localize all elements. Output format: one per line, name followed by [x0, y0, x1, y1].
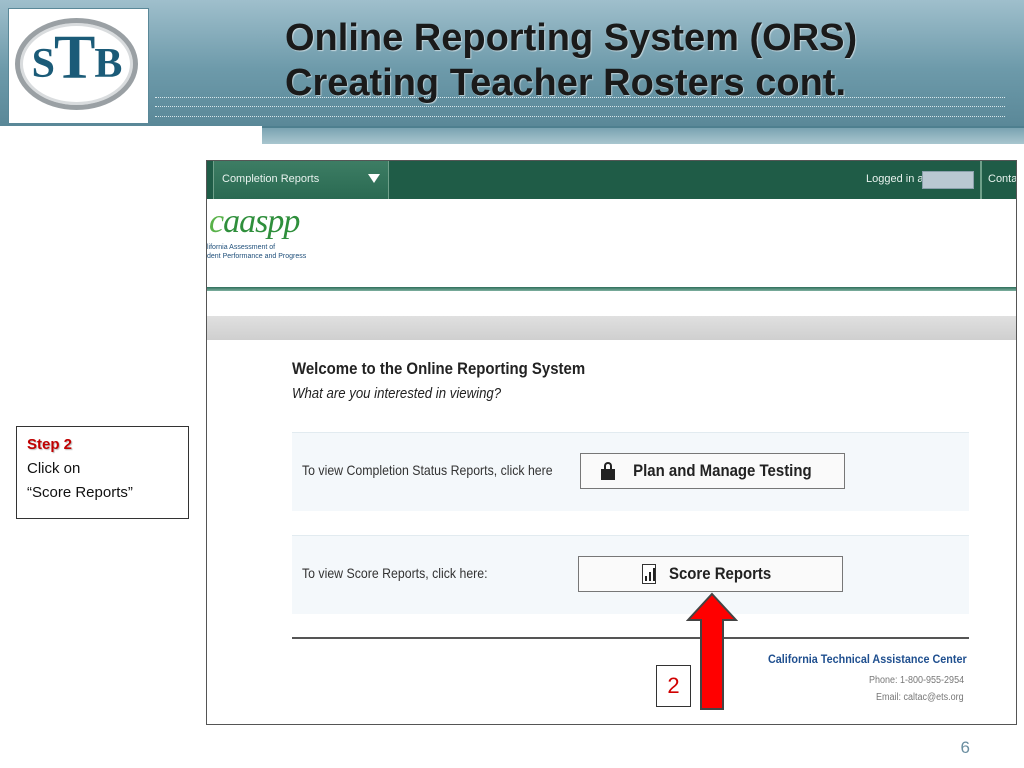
dropdown-triangle-icon	[368, 174, 380, 183]
lock-icon	[601, 462, 616, 480]
score-reports-label: To view Score Reports, click here:	[302, 565, 488, 581]
step-line2: “Score Reports”	[27, 484, 133, 501]
logged-in-user-redacted	[922, 171, 974, 189]
logo-letter-t: T	[53, 24, 95, 92]
caaspp-sub-line1: lifornia Assessment of	[207, 244, 276, 251]
red-arrow-pointer	[686, 592, 738, 710]
step-number-badge: 2	[656, 665, 691, 707]
header-dotted-line-middle	[155, 106, 1005, 107]
slide-title: Online Reporting System (ORS) Creating T…	[285, 16, 1005, 106]
ors-header-rule	[207, 287, 1016, 291]
score-reports-button-label: Score Reports	[669, 564, 772, 583]
contact-link[interactable]: Contac	[988, 173, 1016, 185]
slide-title-line2: Creating Teacher Rosters cont.	[285, 62, 847, 104]
caaspp-sub-line2: dent Performance and Progress	[207, 253, 307, 260]
caltac-email: Email: caltac@ets.org	[876, 692, 964, 703]
stb-logo: S T B	[8, 8, 149, 124]
caaspp-logo-c: c	[209, 203, 224, 240]
header-underline	[262, 126, 1024, 144]
completion-reports-dropdown[interactable]: Completion Reports	[213, 161, 389, 199]
dropdown-label: Completion Reports	[222, 173, 320, 185]
caltac-org-name: California Technical Assistance Center	[768, 652, 967, 666]
chart-icon	[642, 564, 657, 584]
completion-status-row: To view Completion Status Reports, click…	[292, 432, 969, 511]
page-number: 6	[960, 738, 970, 757]
completion-status-label: To view Completion Status Reports, click…	[302, 462, 553, 478]
caltac-phone: Phone: 1-800-955-2954	[869, 675, 965, 686]
caaspp-logo-mark: caaspp	[207, 203, 306, 241]
welcome-heading: Welcome to the Online Reporting System	[292, 359, 586, 378]
step-line1: Click on	[27, 460, 81, 477]
logo-letter-s: S	[31, 41, 55, 87]
ors-screenshot: Completion Reports Logged in as: Conta c …	[206, 160, 1017, 725]
score-reports-button[interactable]: Score Reports	[578, 556, 843, 592]
plan-and-manage-testing-button[interactable]: Plan and Manage Testing	[580, 453, 845, 489]
caaspp-logo-letters: aaspp	[223, 203, 300, 240]
caaspp-logo-subtitle: lifornia Assessment of dent Performance …	[207, 243, 306, 261]
step-callout: Step 2 Click on “Score Reports”	[16, 426, 189, 519]
nav-divider	[980, 161, 982, 199]
logo-letter-b: B	[94, 41, 122, 87]
ors-footer-rule	[292, 637, 969, 639]
plan-and-manage-testing-label: Plan and Manage Testing	[633, 461, 812, 480]
welcome-question: What are you interested in viewing?	[292, 385, 502, 402]
ors-gray-band	[207, 316, 1016, 340]
stb-logo-oval: S T B	[15, 18, 138, 110]
slide-title-line1: Online Reporting System (ORS)	[285, 17, 858, 59]
step-title: Step 2	[27, 436, 73, 453]
caaspp-logo: caaspp lifornia Assessment of dent Perfo…	[207, 203, 306, 261]
score-reports-row: To view Score Reports, click here: Score…	[292, 535, 969, 614]
